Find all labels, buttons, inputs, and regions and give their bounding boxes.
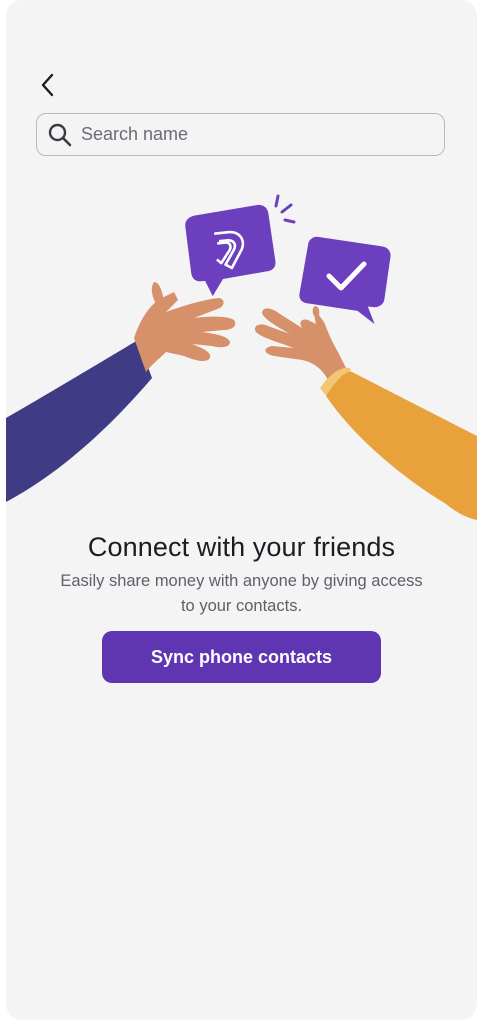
search-field[interactable] <box>36 113 445 156</box>
friends-illustration <box>6 194 477 520</box>
sync-contacts-button[interactable]: Sync phone contacts <box>102 631 381 683</box>
chevron-left-icon <box>41 73 54 97</box>
left-hand <box>134 282 236 372</box>
left-speech-bubble <box>185 204 276 297</box>
left-arm-sleeve <box>6 340 152 502</box>
right-arm-sleeve <box>326 371 477 520</box>
contacts-screen: Connect with your friends Easily share m… <box>6 0 477 1020</box>
page-title: Connect with your friends <box>87 532 396 562</box>
right-hand <box>254 306 348 380</box>
page-subtitle: Easily share money with anyone by giving… <box>60 572 423 615</box>
search-icon <box>47 122 73 148</box>
right-speech-bubble <box>299 236 391 325</box>
back-button[interactable] <box>35 72 61 98</box>
search-input[interactable] <box>81 124 444 145</box>
sparkle-lines <box>274 194 296 224</box>
